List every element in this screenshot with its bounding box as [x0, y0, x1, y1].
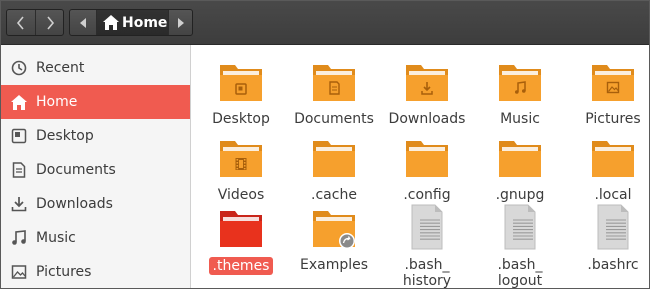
sidebar-item-label: Music	[36, 230, 76, 246]
file-item[interactable]: .bash_ history	[381, 204, 473, 289]
clock-icon	[11, 60, 27, 76]
breadcrumb-right-button[interactable]	[168, 10, 192, 35]
back-button[interactable]	[7, 10, 35, 35]
sidebar-item-label: Downloads	[36, 196, 113, 212]
document-icon	[11, 162, 27, 178]
folder-icon	[495, 135, 545, 181]
folder-item[interactable]: Downloads	[381, 59, 473, 127]
file-name-label: Examples	[299, 257, 369, 273]
folder-icon	[588, 59, 638, 105]
folder-icon	[216, 205, 266, 251]
folder-icon	[588, 135, 638, 181]
file-name-label: Desktop	[212, 111, 270, 127]
file-name-label: .cache	[311, 187, 357, 203]
folder-icon	[216, 59, 266, 105]
file-name-line: logout	[497, 273, 543, 289]
folder-icon	[402, 135, 452, 181]
file-name-label: .gnupg	[495, 187, 545, 203]
file-name-label: Music	[500, 111, 540, 127]
desktop-icon	[11, 128, 27, 144]
sidebar-item-downloads[interactable]: Downloads	[1, 187, 190, 221]
folder-item[interactable]: Desktop	[195, 59, 287, 127]
folder-icon	[495, 59, 545, 105]
folder-icon	[309, 135, 359, 181]
file-name-label: .bash_ history	[402, 257, 452, 289]
sidebar-item-label: Desktop	[36, 128, 94, 144]
folder-item[interactable]: Documents	[288, 59, 380, 127]
file-name-label: Downloads	[388, 111, 466, 127]
breadcrumb-home-label: Home	[122, 14, 168, 31]
sidebar-item-label: Pictures	[36, 264, 92, 280]
sidebar-item-label: Documents	[36, 162, 116, 178]
file-name-label: .config	[403, 187, 451, 203]
folder-item[interactable]: .local	[567, 135, 649, 203]
breadcrumb-home[interactable]: Home	[96, 10, 168, 35]
toolbar: Home	[1, 1, 649, 45]
home-icon	[103, 15, 119, 30]
sidebar-item-label: Recent	[36, 60, 85, 76]
chevron-left-icon	[16, 15, 24, 30]
file-name-label: Pictures	[585, 111, 641, 127]
folder-item[interactable]: .config	[381, 135, 473, 203]
file-name-line: .bash_	[404, 257, 450, 273]
file-name-line: history	[402, 273, 452, 289]
text-file-icon	[402, 204, 452, 251]
home-icon	[11, 94, 27, 110]
file-name-label: Documents	[294, 111, 374, 127]
folder-link-icon	[309, 205, 359, 251]
file-name-label: .themes	[208, 257, 274, 275]
breadcrumb: Home	[69, 9, 193, 36]
file-grid: Desktop Documents Downloads Music Pictures Vi…	[192, 45, 649, 289]
file-name-label: .bashrc	[587, 257, 639, 273]
file-name-label: .bash_ logout	[497, 257, 543, 289]
folder-item[interactable]: .gnupg	[474, 135, 566, 203]
folder-icon	[216, 135, 266, 181]
file-manager-window: Home Recent Home Desktop Documents Downl…	[0, 0, 650, 289]
file-name-label: .local	[594, 187, 632, 203]
sidebar-item-pictures[interactable]: Pictures	[1, 255, 190, 288]
sidebar-item-recent[interactable]: Recent	[1, 51, 190, 85]
sidebar: Recent Home Desktop Documents Downloads	[1, 45, 191, 288]
history-nav	[6, 9, 64, 36]
folder-item[interactable]: .themes	[195, 205, 287, 275]
triangle-left-icon	[80, 17, 86, 28]
sidebar-item-documents[interactable]: Documents	[1, 153, 190, 187]
forward-button[interactable]	[35, 10, 63, 35]
folder-item[interactable]: Examples	[288, 205, 380, 273]
text-file-icon	[588, 204, 638, 251]
sidebar-item-desktop[interactable]: Desktop	[1, 119, 190, 153]
file-name-label: Videos	[217, 187, 265, 203]
sidebar-item-label: Home	[36, 94, 78, 110]
folder-item[interactable]: Pictures	[567, 59, 649, 127]
sidebar-item-home[interactable]: Home	[1, 85, 190, 119]
download-icon	[11, 196, 27, 212]
folder-item[interactable]: Music	[474, 59, 566, 127]
file-item[interactable]: .bashrc	[567, 204, 649, 273]
triangle-right-icon	[177, 17, 184, 28]
file-name-line: .bash_	[497, 257, 543, 273]
folder-icon	[402, 59, 452, 105]
folder-item[interactable]: Videos	[195, 135, 287, 203]
folder-item[interactable]: .cache	[288, 135, 380, 203]
folder-icon	[309, 59, 359, 105]
chevron-right-icon	[46, 15, 54, 30]
text-file-icon	[495, 204, 545, 251]
music-icon	[11, 230, 27, 246]
breadcrumb-left-button[interactable]	[70, 10, 96, 35]
picture-icon	[11, 264, 27, 280]
file-item[interactable]: .bash_ logout	[474, 204, 566, 289]
sidebar-item-music[interactable]: Music	[1, 221, 190, 255]
